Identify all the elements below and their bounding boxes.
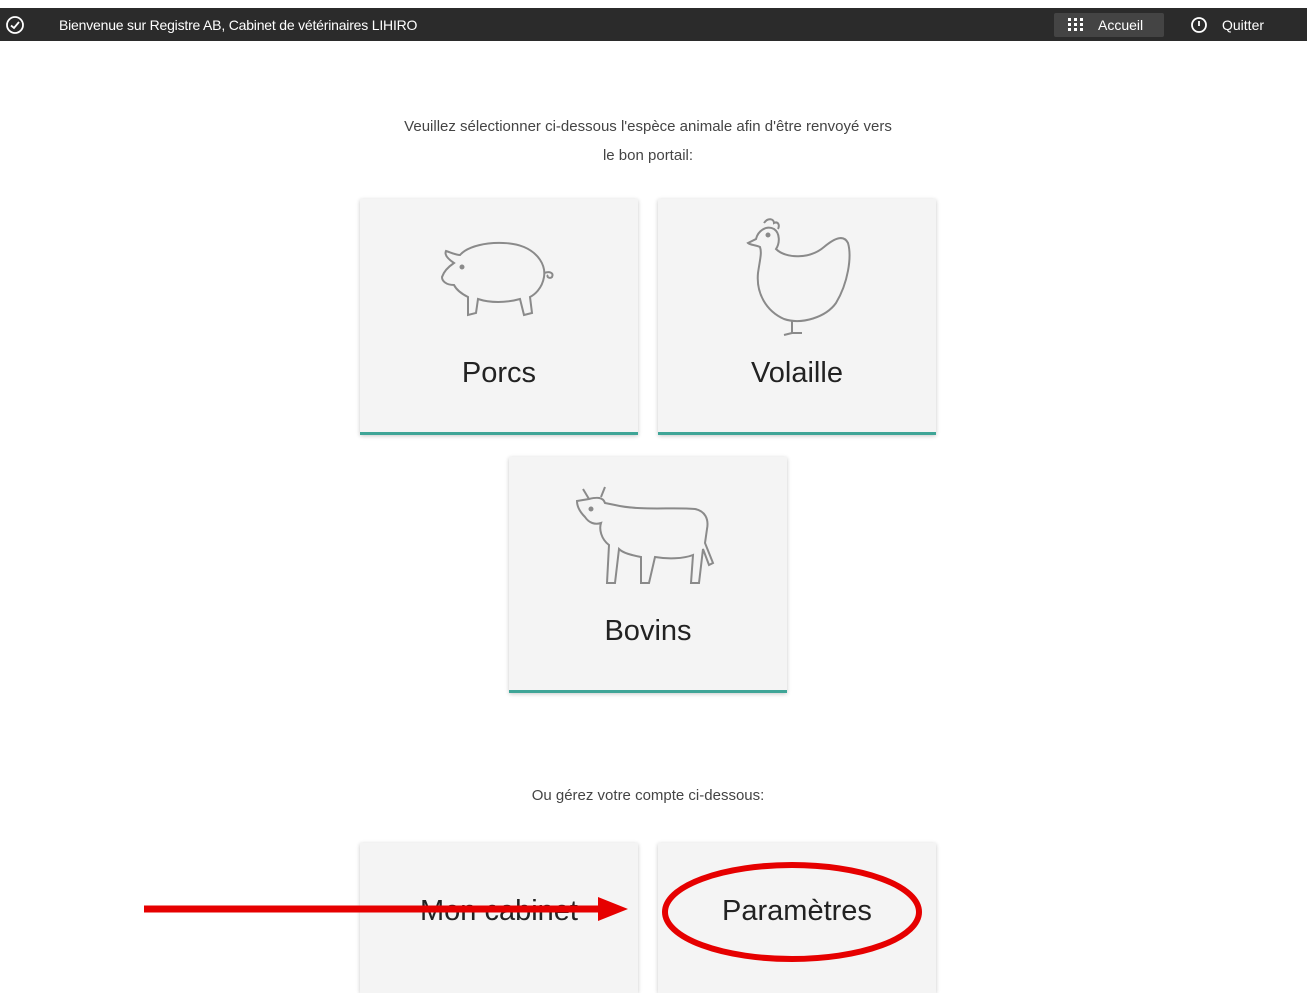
- tile-parametres[interactable]: Paramètres: [658, 843, 936, 993]
- tile-mon-cabinet[interactable]: Mon cabinet: [360, 843, 638, 993]
- welcome-message: Bienvenue sur Registre AB, Cabinet de vé…: [59, 17, 418, 33]
- apps-grid-icon: [1068, 18, 1083, 31]
- tile-label: Volaille: [751, 357, 843, 389]
- tile-label: Porcs: [461, 357, 537, 389]
- check-circle-icon: [6, 16, 24, 34]
- quitter-button[interactable]: Quitter: [1190, 13, 1300, 37]
- cow-icon: [575, 486, 715, 584]
- tile-label: Bovins: [604, 615, 692, 647]
- tile-label: Mon cabinet: [420, 895, 578, 927]
- chicken-icon: [746, 218, 851, 336]
- tile-label: Paramètres: [722, 895, 872, 927]
- pig-icon: [440, 241, 554, 317]
- tile-porcs[interactable]: Porcs: [360, 199, 638, 435]
- accueil-button[interactable]: Accueil: [1054, 13, 1164, 37]
- intro-line-2: le bon portail:: [602, 147, 694, 164]
- top-bar: Bienvenue sur Registre AB, Cabinet de vé…: [0, 8, 1307, 41]
- intro-text: Veuillez sélectionner ci-dessous l'espèc…: [348, 112, 948, 170]
- tile-volaille[interactable]: Volaille: [658, 199, 936, 435]
- account-prompt: Ou gérez votre compte ci-dessous:: [531, 787, 765, 804]
- tile-bovins[interactable]: Bovins: [509, 457, 787, 693]
- intro-line-1: Veuillez sélectionner ci-dessous l'espèc…: [404, 118, 892, 135]
- accueil-label: Accueil: [1098, 17, 1144, 33]
- power-icon: [1191, 17, 1207, 33]
- quitter-label: Quitter: [1222, 17, 1265, 33]
